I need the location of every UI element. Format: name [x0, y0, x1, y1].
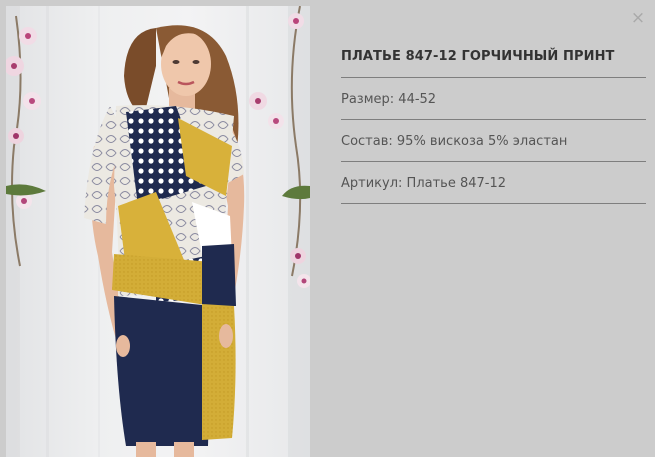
spec-row-article: Артикул: Платье 847-12 — [341, 162, 646, 204]
spec-value: 44-52 — [398, 92, 437, 107]
spec-row-composition: Состав: 95% вискоза 5% эластан — [341, 120, 646, 162]
spec-row-size: Размер: 44-52 — [341, 78, 646, 120]
product-info: ПЛАТЬЕ 847-12 ГОРЧИЧНЫЙ ПРИНТ Размер: 44… — [341, 44, 646, 204]
product-title: ПЛАТЬЕ 847-12 ГОРЧИЧНЫЙ ПРИНТ — [341, 44, 646, 78]
spec-label: Артикул: — [341, 176, 407, 191]
spec-label: Состав: — [341, 134, 397, 149]
product-photo — [6, 6, 310, 457]
spec-value: 95% вискоза 5% эластан — [396, 134, 568, 149]
spec-label: Размер: — [341, 92, 399, 107]
spec-value: Платье 847-12 — [406, 176, 507, 191]
close-icon[interactable]: × — [629, 9, 647, 27]
dress-model-image — [6, 6, 310, 457]
